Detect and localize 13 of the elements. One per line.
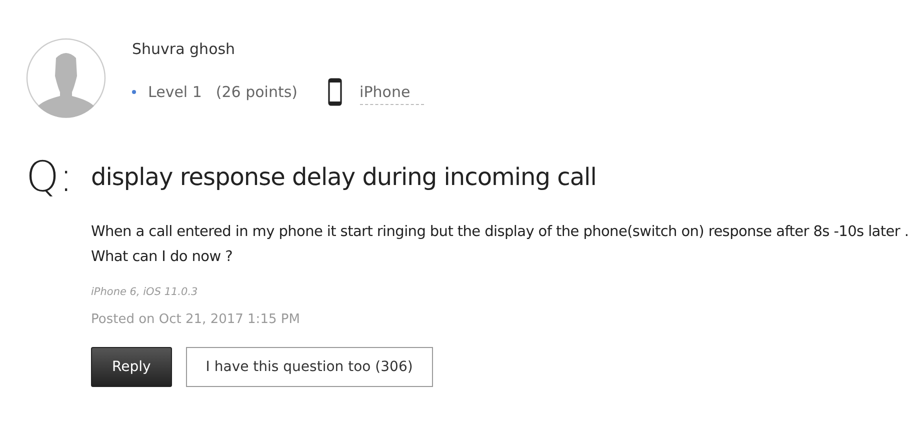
posted-date: Posted on Oct 21, 2017 1:15 PM — [91, 312, 301, 327]
phone-icon — [328, 78, 342, 106]
same-question-button[interactable]: I have this question too (306) — [186, 347, 433, 387]
reply-button[interactable]: Reply — [91, 347, 172, 387]
device-name: iPhone — [360, 83, 424, 105]
author-name[interactable]: Shuvra ghosh — [132, 40, 424, 58]
question-marker: Q: — [26, 156, 74, 198]
avatar-icon — [26, 38, 106, 118]
level-label: Level 1 — [148, 83, 202, 101]
question-body: When a call entered in my phone it start ringing but the display of the phone(switch on) response after 8s -10s later . What can I do now ? — [91, 223, 910, 267]
question-title: display response delay during incoming call — [91, 163, 596, 191]
device-info: iPhone 6, iOS 11.0.3 — [91, 286, 199, 298]
points-label: (26 points) — [216, 83, 298, 101]
